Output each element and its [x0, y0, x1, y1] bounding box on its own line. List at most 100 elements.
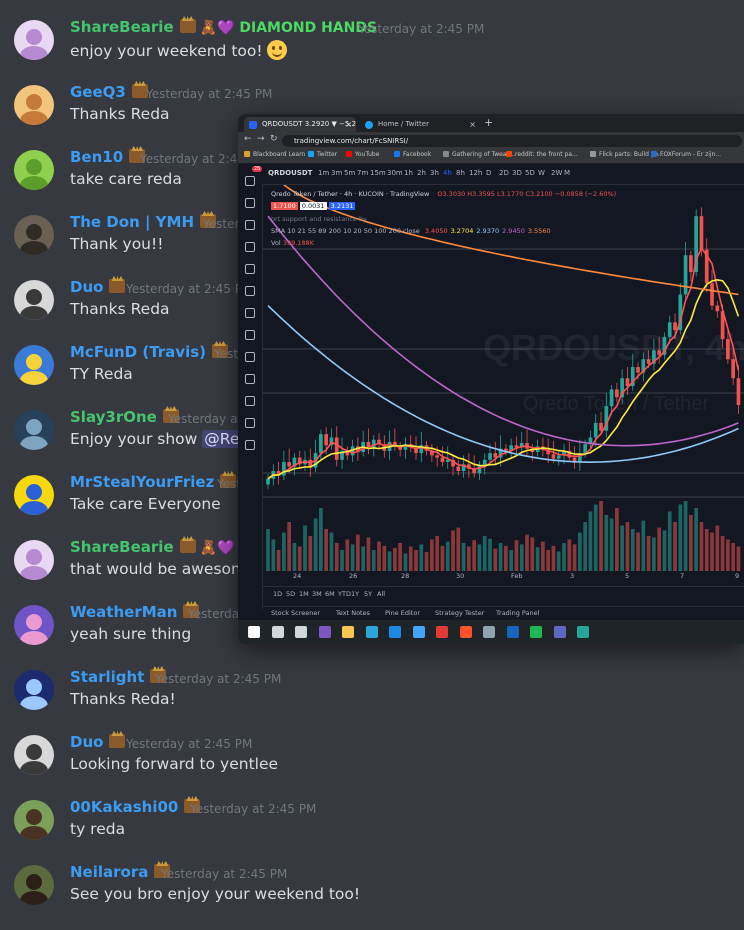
bottom-tab[interactable]: Text Notes — [336, 609, 370, 617]
avatar[interactable] — [14, 280, 54, 320]
file-explorer-icon[interactable] — [342, 626, 354, 638]
prediction-icon[interactable] — [245, 308, 255, 318]
reload-icon[interactable]: ↻ — [270, 134, 278, 144]
browser-tab-twitter[interactable]: Home / Twitter × — [360, 117, 480, 132]
spotify-icon[interactable] — [530, 626, 542, 638]
new-tab-icon[interactable]: + — [484, 116, 493, 129]
avatar[interactable] — [14, 865, 54, 905]
username[interactable]: GeeQ3 — [70, 83, 148, 101]
bottom-tab[interactable]: Trading Panel — [496, 609, 539, 617]
username[interactable]: Neilarora — [70, 863, 171, 881]
range-all[interactable]: All — [377, 590, 385, 598]
interval-5m[interactable]: 5m — [344, 169, 355, 177]
range-5y[interactable]: 5Y — [364, 590, 372, 598]
avatar[interactable] — [14, 85, 54, 125]
interval-M[interactable]: M — [564, 169, 570, 177]
bookmark-item[interactable]: Blackboard Learn — [244, 151, 305, 158]
task-view-icon[interactable] — [295, 626, 307, 638]
range-1d[interactable]: 1D — [273, 590, 282, 598]
bookmark-item[interactable]: Gathering of Tweak... — [443, 151, 516, 158]
text-icon[interactable] — [245, 264, 255, 274]
interval-5D[interactable]: 5D — [525, 169, 535, 177]
username[interactable]: MrStealYourFriez — [70, 473, 237, 491]
price-chart[interactable]: QRDOUSDT, 4h Qredo Token / Tether — [263, 185, 744, 585]
username[interactable]: The Don | YMH — [70, 213, 217, 231]
trend-line-icon[interactable] — [245, 198, 255, 208]
username[interactable]: WeatherMan — [70, 603, 200, 621]
avatar[interactable] — [14, 735, 54, 775]
magnet-icon[interactable] — [245, 374, 255, 384]
measure-icon[interactable] — [245, 330, 255, 340]
zoom-icon[interactable] — [245, 352, 255, 362]
range-ytd[interactable]: YTD — [338, 590, 351, 598]
interval-2D[interactable]: 2D — [499, 169, 509, 177]
back-icon[interactable]: ← — [244, 134, 252, 144]
avatar[interactable] — [14, 20, 54, 60]
bottom-tab[interactable]: Stock Screener — [271, 609, 320, 617]
avatar[interactable] — [14, 670, 54, 710]
avatar[interactable] — [14, 215, 54, 255]
bookmark-item[interactable]: Facebook — [394, 151, 431, 158]
bottom-tab[interactable]: Strategy Tester — [435, 609, 484, 617]
range-1m[interactable]: 1M — [299, 590, 309, 598]
username[interactable]: Slay3rOne — [70, 408, 179, 426]
interval-8h[interactable]: 8h — [456, 169, 465, 177]
bookmark-item[interactable]: YouTube — [346, 151, 379, 158]
interval-4h[interactable]: 4h — [443, 169, 452, 177]
range-3m[interactable]: 3M — [312, 590, 322, 598]
range-1y[interactable]: 1Y — [351, 590, 359, 598]
app-icon[interactable] — [577, 626, 589, 638]
url-input[interactable]: tradingview.com/chart/FcSNIRSI/ — [282, 135, 742, 147]
avatar[interactable] — [14, 150, 54, 190]
fib-icon[interactable] — [245, 220, 255, 230]
close-tab-icon[interactable]: × — [469, 117, 476, 132]
interval-2h[interactable]: 2h — [417, 169, 426, 177]
close-tab-icon[interactable]: × — [345, 117, 352, 132]
app-icon[interactable] — [483, 626, 495, 638]
range-6m[interactable]: 6M — [325, 590, 335, 598]
interval-3m[interactable]: 3m — [331, 169, 342, 177]
interval-W[interactable]: W — [538, 169, 545, 177]
interval-1h[interactable]: 1h — [404, 169, 413, 177]
avatar[interactable] — [14, 540, 54, 580]
avatar[interactable] — [14, 345, 54, 385]
search-icon[interactable] — [271, 626, 284, 638]
username[interactable]: ShareBearie 🧸💜 DIAMOND HANDS — [70, 18, 377, 36]
symbol-search[interactable]: QRDOUSDT — [268, 169, 312, 177]
interval-D[interactable]: D — [486, 169, 491, 177]
avatar[interactable] — [14, 605, 54, 645]
avatar[interactable] — [14, 475, 54, 515]
steam-icon[interactable] — [506, 626, 519, 638]
interval-1m[interactable]: 1m — [318, 169, 329, 177]
brush-icon[interactable] — [245, 242, 255, 252]
store-icon[interactable] — [412, 626, 425, 638]
windows-start-icon[interactable] — [248, 626, 260, 638]
interval-3D[interactable]: 3D — [512, 169, 522, 177]
edge-icon[interactable] — [365, 626, 378, 638]
avatar[interactable] — [14, 800, 54, 840]
pattern-icon[interactable] — [245, 286, 255, 296]
username[interactable]: Starlight — [70, 668, 167, 686]
app-icon[interactable] — [318, 626, 331, 638]
cursor-icon[interactable] — [245, 176, 255, 186]
avatar[interactable] — [14, 410, 54, 450]
username[interactable]: Duo — [70, 278, 126, 296]
lock-icon[interactable] — [245, 396, 255, 406]
range-5d[interactable]: 5D — [286, 590, 295, 598]
interval-12h[interactable]: 12h — [469, 169, 482, 177]
interval-15m[interactable]: 15m — [370, 169, 386, 177]
browser-tab-tradingview[interactable]: QRDOUSDT 3.2920 ▼ −5.25% Q... × — [244, 117, 356, 132]
brave-icon[interactable] — [459, 626, 472, 638]
username[interactable]: Ben10 — [70, 148, 146, 166]
teams-icon[interactable] — [553, 626, 566, 638]
bottom-tab[interactable]: Pine Editor — [385, 609, 420, 617]
chrome-icon[interactable] — [436, 626, 448, 638]
username[interactable]: Duo — [70, 733, 126, 751]
interval-7m[interactable]: 7m — [357, 169, 368, 177]
bookmark-item[interactable]: FOXForum - Er zijn... — [651, 151, 721, 158]
bookmark-item[interactable]: reddit: the front pa... — [506, 151, 578, 158]
forward-icon[interactable]: → — [257, 134, 265, 144]
trash-icon[interactable] — [245, 440, 255, 450]
visibility-icon[interactable] — [245, 418, 255, 428]
interval-30m[interactable]: 30m — [387, 169, 403, 177]
